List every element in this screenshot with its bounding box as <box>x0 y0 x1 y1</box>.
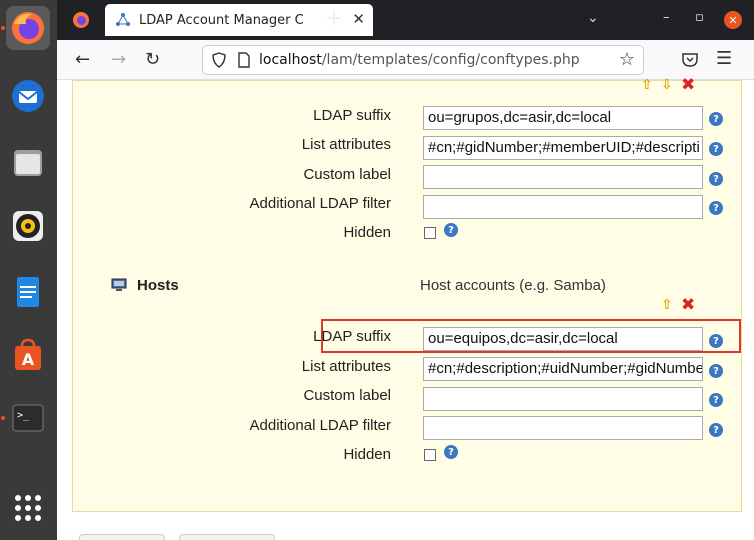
save-button[interactable] <box>79 534 165 540</box>
thunderbird-launcher[interactable] <box>6 74 50 118</box>
help-icon[interactable]: ? <box>444 223 458 237</box>
move-up-icon[interactable]: ⇧ <box>641 77 653 93</box>
rhythmbox-icon <box>13 211 43 241</box>
close-tab-icon[interactable]: ✕ <box>352 10 365 28</box>
group-additional-filter-label: Additional LDAP filter <box>249 195 391 212</box>
list-tabs-chevron-icon[interactable]: ⌄ <box>587 10 599 26</box>
help-icon[interactable]: ? <box>709 201 723 215</box>
url-text: localhost/lam/templates/config/conftypes… <box>259 52 580 68</box>
app-grid-icon <box>15 495 41 521</box>
terminal-icon: >_ <box>12 404 44 432</box>
move-down-icon[interactable]: ⇩ <box>661 77 673 93</box>
window-close-button[interactable]: ✕ <box>724 11 742 29</box>
delete-icon[interactable]: ✖ <box>681 295 695 315</box>
account-types-panel: ⇧ ⇩ ✖ LDAP suffix ou=grupos,dc=asir,dc=l… <box>72 75 742 512</box>
menu-icon[interactable]: ☰ <box>716 48 732 69</box>
page-content: ⇧ ⇩ ✖ LDAP suffix ou=grupos,dc=asir,dc=l… <box>57 75 754 540</box>
hosts-ldap-suffix-input[interactable]: ou=equipos,dc=asir,dc=local <box>423 327 703 351</box>
group-hidden-label: Hidden <box>343 224 391 241</box>
writer-launcher[interactable] <box>6 270 50 314</box>
terminal-launcher[interactable]: >_ <box>6 396 50 440</box>
browser-tab-bar: LDAP Account Manager C ✕ + ⌄ – ▫ ✕ <box>57 0 754 40</box>
svg-text:A: A <box>22 350 35 369</box>
help-icon[interactable]: ? <box>444 445 458 459</box>
hosts-hidden-checkbox[interactable] <box>424 449 436 461</box>
ubuntu-dock: A >_ <box>0 0 57 540</box>
rhythmbox-launcher[interactable] <box>6 204 50 248</box>
group-custom-label-label: Custom label <box>303 166 391 183</box>
maximize-button[interactable]: ▫ <box>695 10 704 25</box>
back-button[interactable]: ← <box>75 49 90 70</box>
software-store-icon: A <box>15 338 41 370</box>
group-custom-label-input[interactable] <box>423 165 703 189</box>
hosts-hidden-label: Hidden <box>343 446 391 463</box>
group-ldap-suffix-label: LDAP suffix <box>313 107 391 124</box>
hosts-list-attributes-label: List attributes <box>301 358 391 375</box>
svg-text:>_: >_ <box>17 410 30 421</box>
firefox-view-icon[interactable] <box>71 10 91 30</box>
hosts-additional-filter-input[interactable] <box>423 416 703 440</box>
hosts-list-attributes-input[interactable]: #cn;#description;#uidNumber;#gidNumbe <box>423 357 703 381</box>
help-icon[interactable]: ? <box>709 142 723 156</box>
hosts-ldap-suffix-label: LDAP suffix <box>313 328 391 345</box>
hosts-custom-label-label: Custom label <box>303 387 391 404</box>
group-hidden-checkbox[interactable] <box>424 227 436 239</box>
files-launcher[interactable] <box>6 140 50 184</box>
hosts-additional-filter-label: Additional LDAP filter <box>249 417 391 434</box>
group-list-attributes-label: List attributes <box>301 136 391 153</box>
host-computer-icon <box>111 278 127 291</box>
minimize-button[interactable]: – <box>663 10 670 25</box>
help-icon[interactable]: ? <box>709 334 723 348</box>
software-launcher[interactable]: A <box>6 333 50 377</box>
delete-icon[interactable]: ✖ <box>681 75 695 95</box>
tab-title: LDAP Account Manager C <box>139 12 304 28</box>
shield-icon[interactable] <box>211 52 227 68</box>
new-tab-button[interactable]: + <box>325 6 343 31</box>
hosts-section-title: Hosts <box>137 277 179 294</box>
firefox-launcher[interactable] <box>6 6 50 50</box>
lam-favicon-icon <box>116 13 130 26</box>
address-bar[interactable]: localhost/lam/templates/config/conftypes… <box>202 45 644 75</box>
show-apps-button[interactable] <box>6 486 50 530</box>
group-ldap-suffix-input[interactable]: ou=grupos,dc=asir,dc=local <box>423 106 703 130</box>
hosts-section-description: Host accounts (e.g. Samba) <box>420 277 606 294</box>
hosts-custom-label-input[interactable] <box>423 387 703 411</box>
forward-button[interactable]: → <box>111 49 126 70</box>
reload-button[interactable]: ↻ <box>145 49 160 70</box>
thunderbird-icon <box>12 80 44 112</box>
url-host: localhost <box>259 52 322 68</box>
help-icon[interactable]: ? <box>709 112 723 126</box>
firefox-icon <box>12 12 44 44</box>
page-info-icon[interactable] <box>237 52 251 68</box>
browser-navigation-bar: ← → ↻ localhost/lam/templates/config/con… <box>57 40 754 80</box>
cancel-button[interactable] <box>179 534 275 540</box>
help-icon[interactable]: ? <box>709 364 723 378</box>
bookmark-star-icon[interactable]: ☆ <box>619 49 635 70</box>
writer-icon <box>17 277 39 307</box>
files-icon <box>14 150 42 176</box>
help-icon[interactable]: ? <box>709 172 723 186</box>
group-additional-filter-input[interactable] <box>423 195 703 219</box>
group-list-attributes-input[interactable]: #cn;#gidNumber;#memberUID;#descripti <box>423 136 703 160</box>
url-path: /lam/templates/config/conftypes.php <box>321 52 580 68</box>
help-icon[interactable]: ? <box>709 393 723 407</box>
pocket-icon[interactable] <box>681 51 699 69</box>
move-up-icon[interactable]: ⇧ <box>661 297 673 313</box>
help-icon[interactable]: ? <box>709 423 723 437</box>
